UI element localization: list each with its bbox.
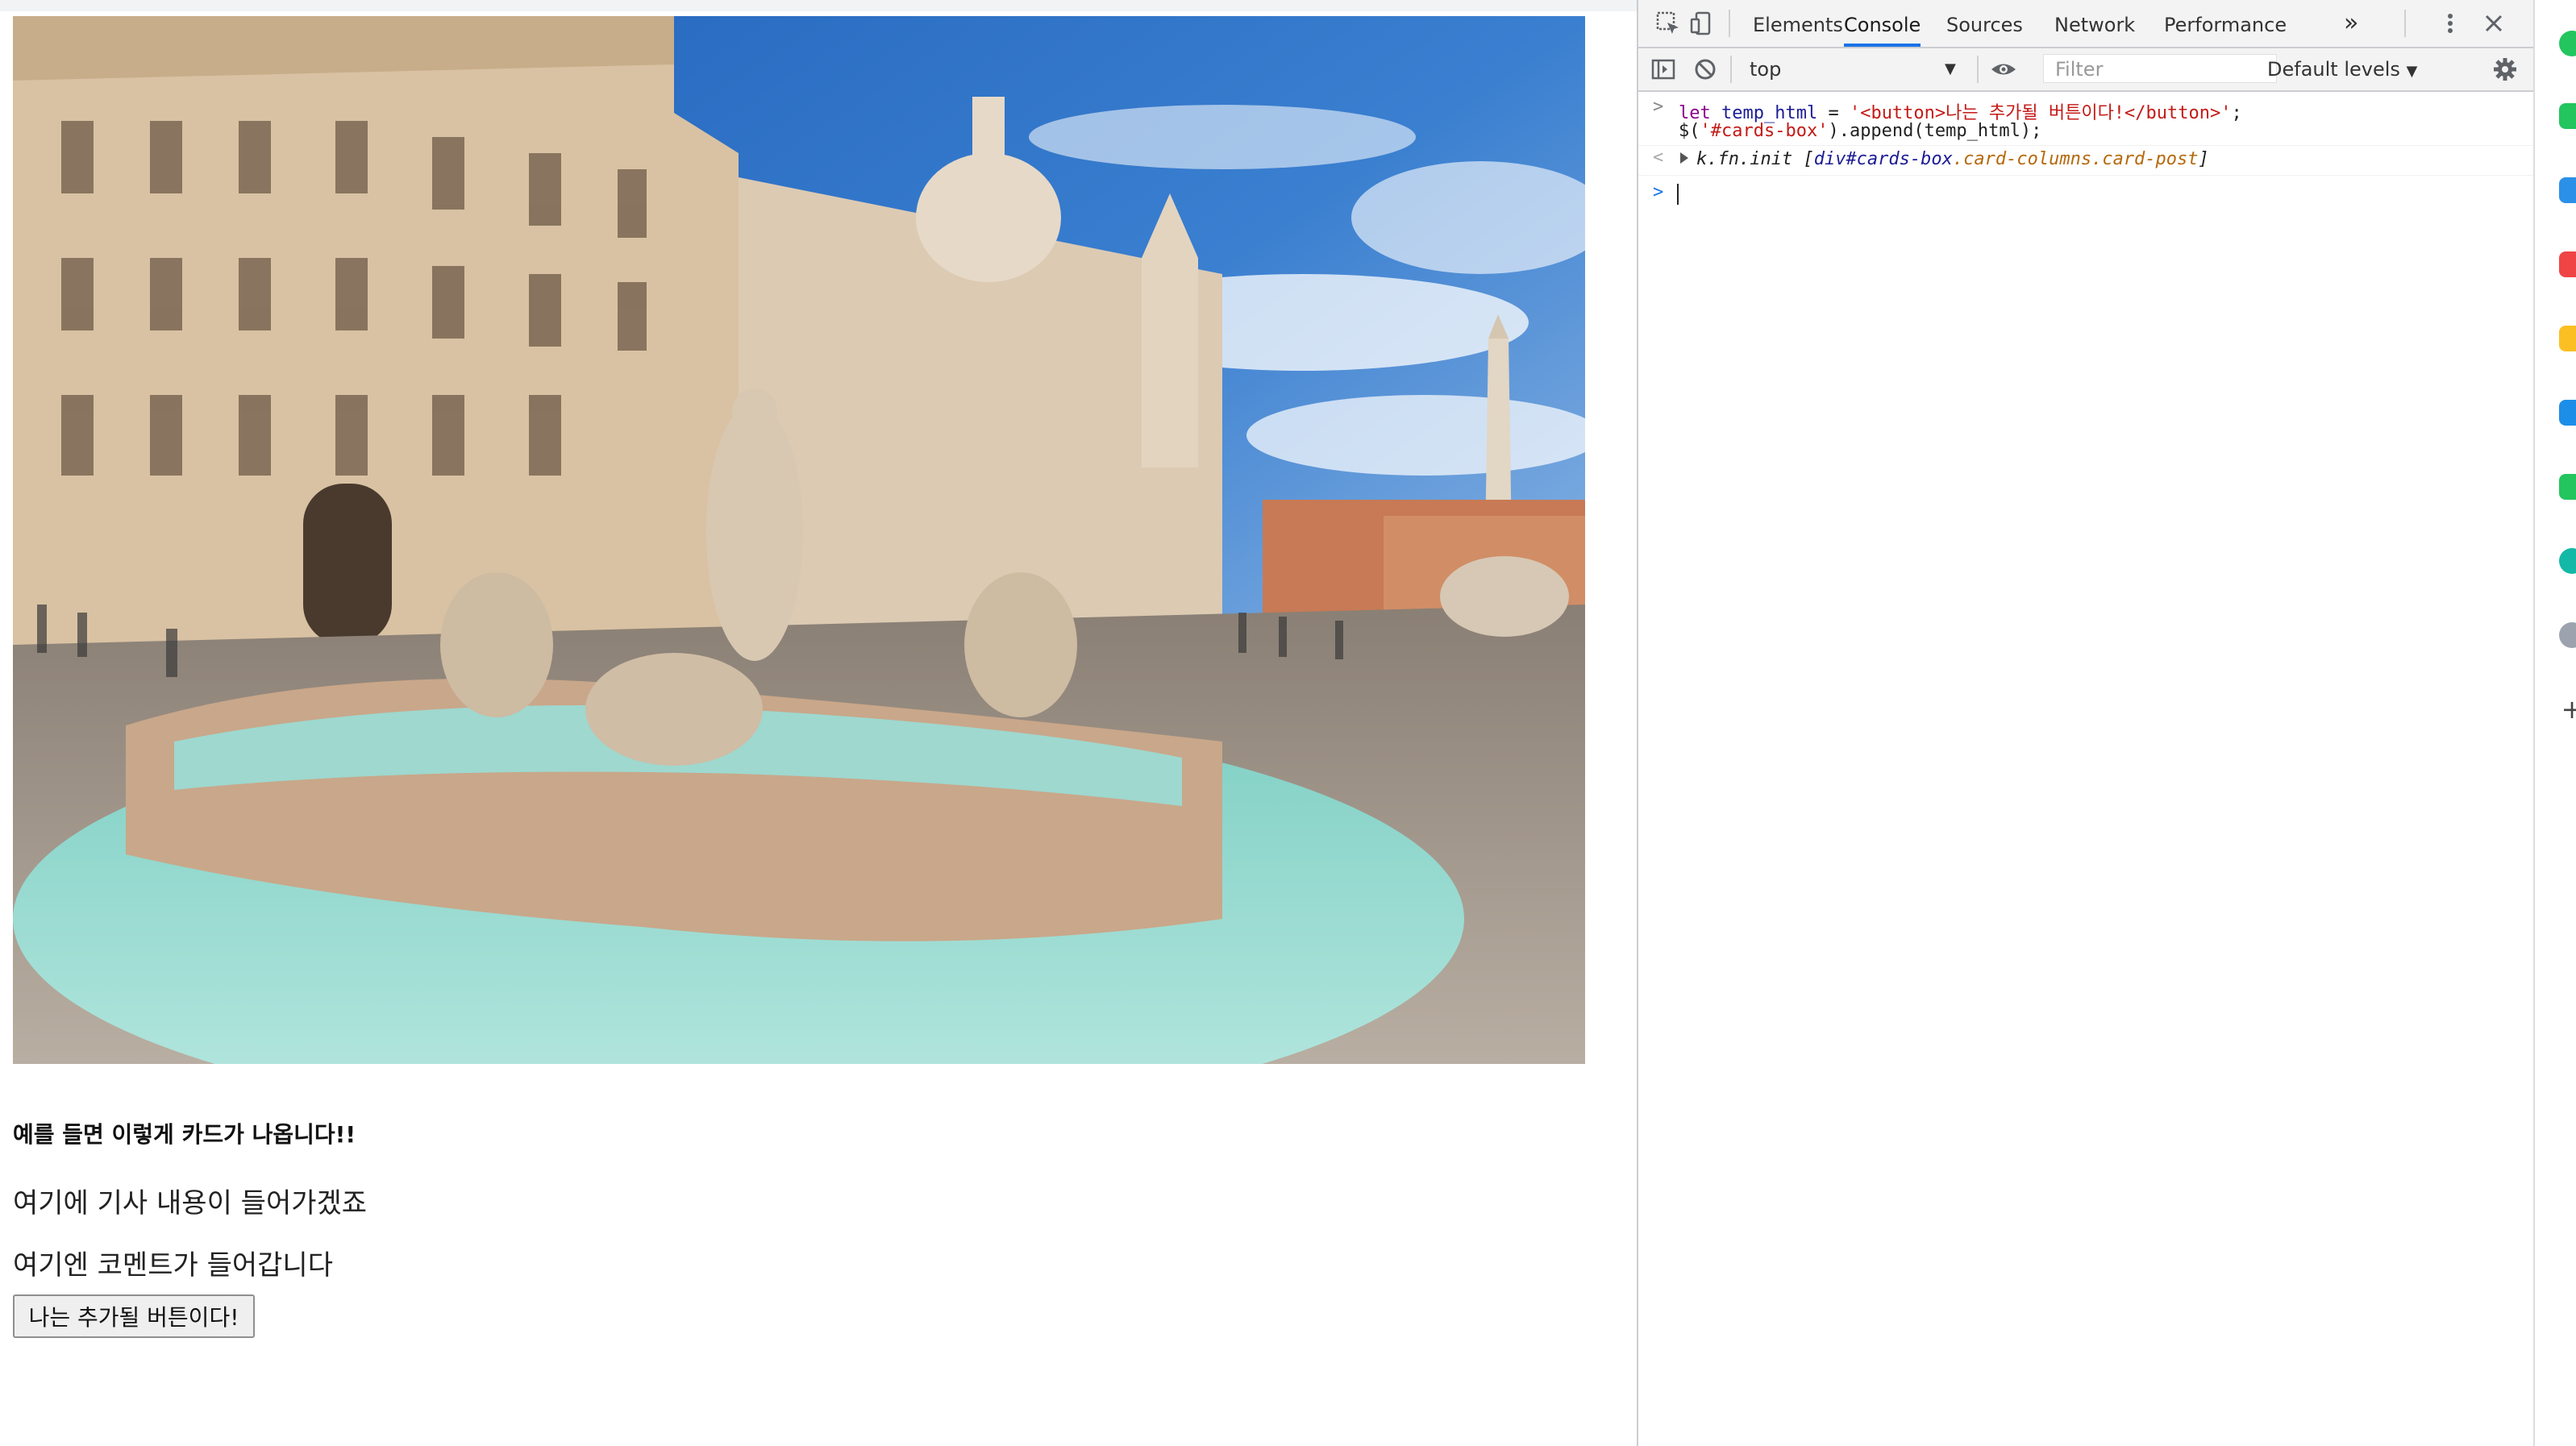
- console-result-entry[interactable]: < k.fn.init [div#cards-box.card-columns.…: [1638, 145, 2535, 176]
- card-comment: 여기엔 코멘트가 들어갑니다: [13, 1249, 333, 1282]
- close-icon[interactable]: [2480, 10, 2507, 37]
- console-input-entry: > let temp_html = '<button>나는 추가될 버튼이다!<…: [1638, 97, 2535, 145]
- red-pocket-icon[interactable]: [2559, 251, 2576, 277]
- card-text: 여기에 기사 내용이 들어가겠죠: [13, 1187, 368, 1220]
- log-levels-dropdown[interactable]: Default levels ▼: [2267, 55, 2417, 86]
- code-line-2: $('#cards-box').append(temp_html);: [1679, 121, 2042, 141]
- tab-performance[interactable]: Performance: [2164, 0, 2287, 47]
- more-options-icon[interactable]: [2437, 10, 2464, 37]
- more-tabs-icon[interactable]: »: [2344, 0, 2358, 47]
- devtools-tabbar: Elements Console Sources Network Perform…: [1638, 0, 2535, 48]
- browser-top-strip: [0, 0, 1637, 12]
- blue-ext-icon[interactable]: [2559, 400, 2576, 426]
- piazza-navona-photo: [13, 16, 1585, 1064]
- filter-input[interactable]: Filter: [2043, 54, 2277, 83]
- tab-separator: [2404, 10, 2406, 37]
- card-image: [13, 16, 1585, 1064]
- console-toolbar: top ▼ Filter Default levels ▼: [1638, 48, 2535, 92]
- expand-triangle-icon[interactable]: [1680, 152, 1688, 164]
- yellow-star-icon[interactable]: [2559, 326, 2576, 351]
- text-caret: [1677, 184, 1679, 205]
- eye-icon[interactable]: [1990, 56, 2017, 83]
- toolbar-separator: [1977, 56, 1979, 83]
- input-chevron-icon: >: [1653, 97, 1664, 117]
- green-chat-icon[interactable]: [2559, 31, 2576, 56]
- console-prompt[interactable]: >: [1638, 182, 2535, 206]
- prompt-chevron-icon: >: [1653, 182, 1664, 202]
- tab-network[interactable]: Network: [2054, 0, 2135, 47]
- device-toolbar-icon[interactable]: [1688, 10, 1716, 37]
- tab-console[interactable]: Console: [1844, 0, 1921, 47]
- extension-sidebar: +: [2533, 0, 2576, 1446]
- context-select[interactable]: top: [1743, 55, 1959, 84]
- blue-doc-icon[interactable]: [2559, 177, 2576, 203]
- green-ext-icon[interactable]: [2559, 474, 2576, 500]
- devtools-panel: Elements Console Sources Network Perform…: [1637, 0, 2535, 1446]
- sidebar-toggle-icon[interactable]: [1650, 56, 1677, 83]
- web-page: 예를 들면 이렇게 카드가 나옵니다!! 여기에 기사 내용이 들어가겠죠 여기…: [0, 11, 1637, 1446]
- plus-icon[interactable]: +: [2559, 696, 2576, 722]
- console-output[interactable]: > let temp_html = '<button>나는 추가될 버튼이다!<…: [1638, 92, 2535, 1446]
- tab-sources[interactable]: Sources: [1946, 0, 2023, 47]
- avatar-ext-icon[interactable]: [2559, 622, 2576, 648]
- tab-separator: [1729, 10, 1730, 37]
- inspect-element-icon[interactable]: [1654, 10, 1682, 37]
- clear-console-icon[interactable]: [1692, 56, 1719, 83]
- result-arrow-icon: <: [1653, 148, 1664, 168]
- tab-elements[interactable]: Elements: [1753, 0, 1843, 47]
- teal-play-icon[interactable]: [2559, 548, 2576, 574]
- gear-icon[interactable]: [2491, 56, 2519, 83]
- added-button[interactable]: 나는 추가될 버튼이다!: [13, 1294, 255, 1338]
- log-levels-label: Default levels: [2267, 58, 2400, 81]
- result-text: k.fn.init [div#cards-box.card-columns.ca…: [1696, 149, 2209, 169]
- chevron-down-icon[interactable]: ▼: [1945, 55, 1956, 84]
- card-title: 예를 들면 이렇게 카드가 나옵니다!!: [13, 1121, 356, 1148]
- green-chat-icon[interactable]: [2559, 103, 2576, 129]
- toolbar-separator: [1730, 56, 1732, 83]
- chevron-down-icon: ▼: [2406, 63, 2418, 80]
